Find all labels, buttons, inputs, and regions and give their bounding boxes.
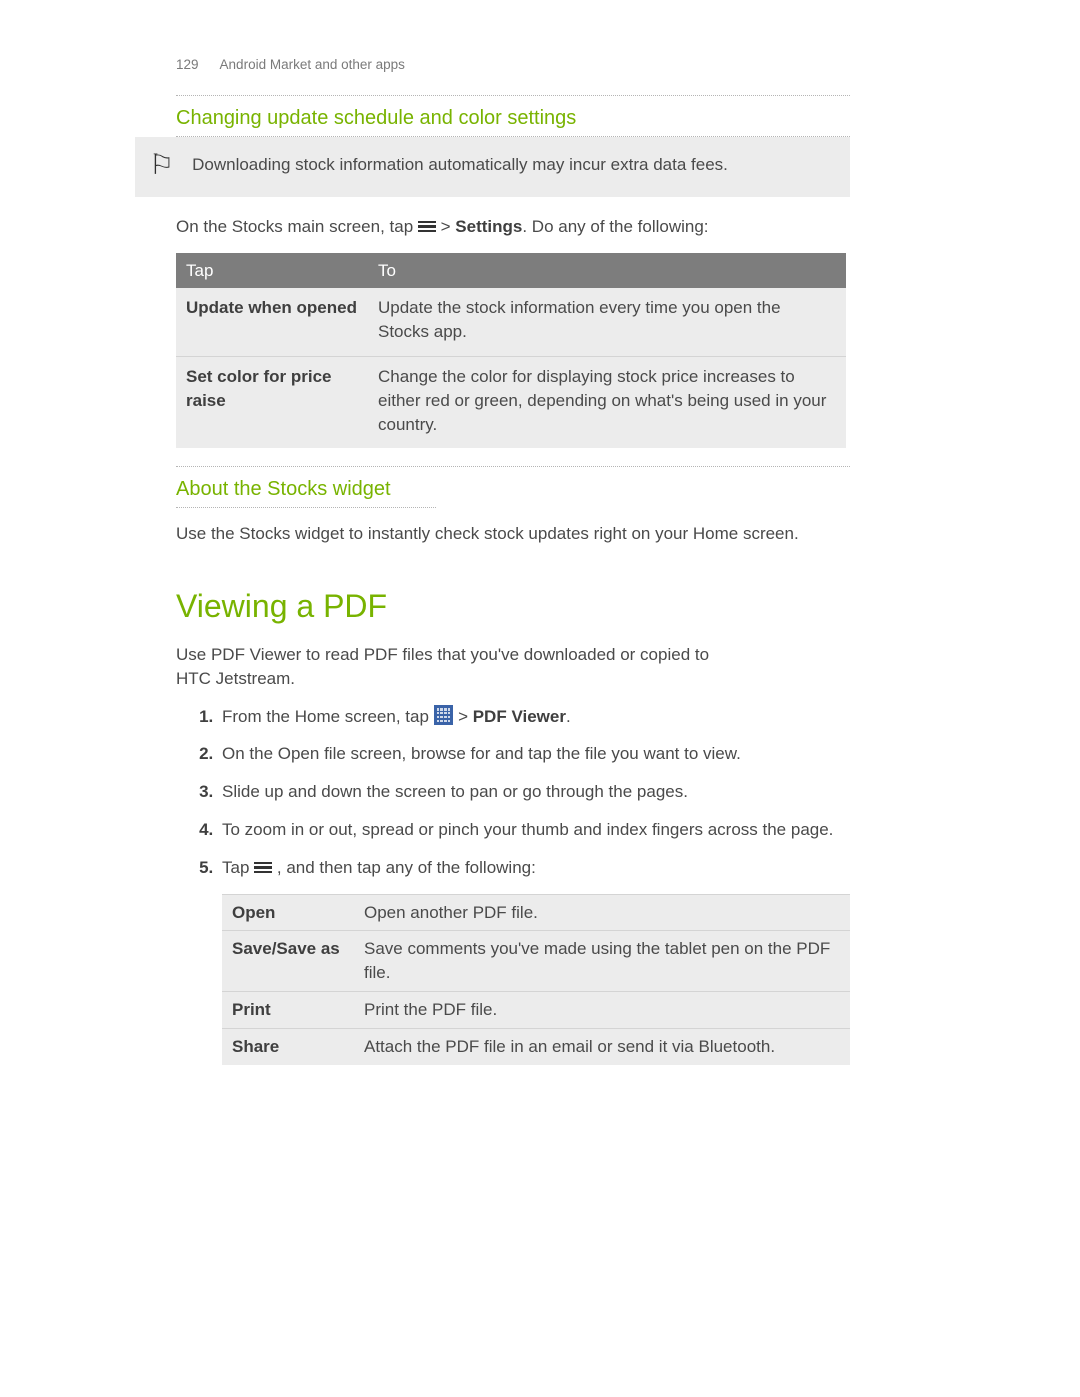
callout-data-fees: ⚐ Downloading stock information automati… <box>135 137 850 197</box>
step-1: From the Home screen, tap > PDF Viewer. <box>218 705 850 729</box>
table-row: Set color for price raise Change the col… <box>176 357 846 449</box>
step1-mid: > <box>458 707 473 726</box>
step2-text: On the Open file screen, browse for and … <box>222 744 741 763</box>
cell-to: Change the color for displaying stock pr… <box>368 357 846 449</box>
cell-opt: Share <box>222 1028 354 1064</box>
cell-tap: Update when opened <box>176 288 368 356</box>
table-header-row: Tap To <box>176 253 846 289</box>
cell-desc: Attach the PDF file in an email or send … <box>354 1028 850 1064</box>
intro-mid: > <box>441 217 456 236</box>
intro-post: . Do any of the following: <box>522 217 708 236</box>
cell-to: Update the stock information every time … <box>368 288 846 356</box>
step1-pre: From the Home screen, tap <box>222 707 434 726</box>
apps-icon <box>434 705 454 725</box>
cell-desc: Open another PDF file. <box>354 894 850 931</box>
step-2: On the Open file screen, browse for and … <box>218 742 850 766</box>
cell-opt: Save/Save as <box>222 931 354 992</box>
widget-paragraph: Use the Stocks widget to instantly check… <box>176 522 850 546</box>
pdf-options-table: Open Open another PDF file. Save/Save as… <box>222 894 850 1065</box>
heading-viewing-pdf: Viewing a PDF <box>176 584 850 629</box>
section-title-changing: Changing update schedule and color setti… <box>176 96 850 136</box>
settings-table: Tap To Update when opened Update the sto… <box>176 253 846 449</box>
step5-post: , and then tap any of the following: <box>277 858 536 877</box>
divider-about-short <box>176 507 436 508</box>
page-number: 129 <box>176 57 199 72</box>
pdf-intro: Use PDF Viewer to read PDF files that yo… <box>176 643 736 691</box>
intro-pre: On the Stocks main screen, tap <box>176 217 418 236</box>
pdf-viewer-label: PDF Viewer <box>473 707 566 726</box>
settings-instruction: On the Stocks main screen, tap > Setting… <box>176 215 850 239</box>
step-4: To zoom in or out, spread or pinch your … <box>218 818 850 842</box>
breadcrumb: Android Market and other apps <box>220 57 405 72</box>
menu-icon <box>418 218 436 234</box>
flag-icon: ⚐ <box>149 151 174 179</box>
content-column: 129 Android Market and other apps Changi… <box>176 56 850 137</box>
menu-icon <box>254 859 272 875</box>
table-row: Share Attach the PDF file in an email or… <box>222 1028 850 1064</box>
step-3: Slide up and down the screen to pan or g… <box>218 780 850 804</box>
step4-text: To zoom in or out, spread or pinch your … <box>222 820 833 839</box>
table-row: Open Open another PDF file. <box>222 894 850 931</box>
section-title-about: About the Stocks widget <box>176 467 850 507</box>
cell-tap: Set color for price raise <box>176 357 368 449</box>
cell-desc: Print the PDF file. <box>354 992 850 1029</box>
cell-opt: Print <box>222 992 354 1029</box>
callout-text: Downloading stock information automatica… <box>192 149 728 177</box>
table-row: Save/Save as Save comments you've made u… <box>222 931 850 992</box>
about-wrap: About the Stocks widget <box>176 466 850 508</box>
pdf-steps: From the Home screen, tap > PDF Viewer. … <box>176 705 850 1065</box>
settings-label: Settings <box>455 217 522 236</box>
step5-pre: Tap <box>222 858 254 877</box>
content-column-2: On the Stocks main screen, tap > Setting… <box>176 215 850 1065</box>
col-to: To <box>368 253 846 289</box>
step1-post: . <box>566 707 571 726</box>
cell-opt: Open <box>222 894 354 931</box>
table-row: Print Print the PDF file. <box>222 992 850 1029</box>
table-row: Update when opened Update the stock info… <box>176 288 846 356</box>
step-5: Tap , and then tap any of the following:… <box>218 856 850 1065</box>
step3-text: Slide up and down the screen to pan or g… <box>222 782 688 801</box>
page-header: 129 Android Market and other apps <box>176 56 850 75</box>
col-tap: Tap <box>176 253 368 289</box>
page: 129 Android Market and other apps Changi… <box>0 0 1080 1397</box>
cell-desc: Save comments you've made using the tabl… <box>354 931 850 992</box>
